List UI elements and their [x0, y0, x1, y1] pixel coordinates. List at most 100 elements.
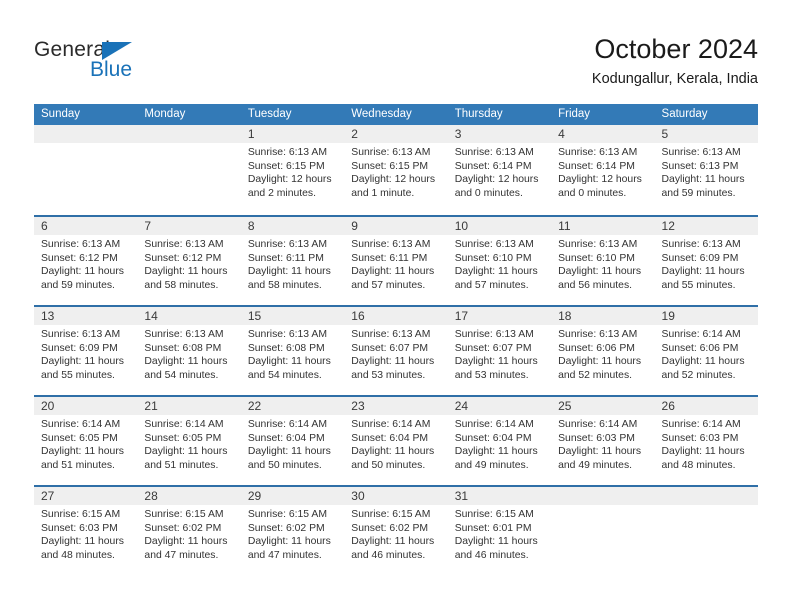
sunrise-text: Sunrise: 6:15 AM [351, 509, 431, 520]
sunrise-text: Sunrise: 6:15 AM [247, 509, 327, 520]
daylight-text: Daylight: 11 hours [661, 174, 745, 186]
day-number-band: 22 [240, 397, 345, 415]
brand-logo[interactable]: General Blue [34, 38, 214, 88]
sunrise-text: Sunrise: 6:13 AM [454, 329, 534, 340]
day-cell-details: Sunrise: 6:13 AM Sunset: 6:12 PM Daylight:… [34, 235, 137, 292]
calendar-day-cell[interactable]: 4 Sunrise: 6:13 AM Sunset: 6:14 PM Daylight… [551, 125, 655, 215]
daylight-text: Daylight: 12 hours [247, 174, 332, 186]
sunrise-text: Sunrise: 6:13 AM [351, 329, 431, 340]
day-number-band: 15 [240, 307, 345, 325]
calendar-day-cell[interactable]: 6 Sunrise: 6:13 AM Sunset: 6:12 PM Daylight… [34, 217, 138, 305]
calendar-day-cell[interactable]: 12 Sunrise: 6:13 AM Sunset: 6:09 PM Dayligh… [654, 217, 758, 305]
calendar-day-cell[interactable]: 28 Sunrise: 6:15 AM Sunset: 6:02 PM Dayligh… [137, 487, 241, 575]
title-block: October 2024 Kodungallur, Kerala, India [592, 32, 758, 90]
day-number: 1 [247, 127, 255, 141]
daylight-text: Daylight: 11 hours [247, 536, 331, 548]
day-number: 20 [41, 399, 55, 413]
sunset-text: Sunset: 6:04 PM [454, 432, 532, 444]
daylight-text-cont: and 59 minutes. [661, 187, 736, 199]
calendar-day-cell[interactable]: 1 Sunrise: 6:13 AM Sunset: 6:15 PM Daylight… [240, 125, 345, 215]
day-number: 27 [41, 489, 55, 503]
sunset-text: Sunset: 6:12 PM [144, 252, 222, 264]
day-number-band: 18 [551, 307, 655, 325]
daylight-text-cont: and 46 minutes. [351, 549, 426, 561]
daylight-text: Daylight: 11 hours [41, 446, 124, 458]
sunset-text: Sunset: 6:08 PM [247, 342, 325, 354]
day-cell-details [551, 505, 654, 508]
day-cell-details: Sunrise: 6:15 AM Sunset: 6:01 PM Daylight:… [448, 505, 551, 562]
daylight-text-cont: and 58 minutes. [144, 279, 219, 291]
sunset-text: Sunset: 6:11 PM [247, 252, 324, 264]
sunrise-text: Sunrise: 6:13 AM [247, 239, 327, 250]
day-number: 18 [558, 309, 572, 323]
daylight-text: Daylight: 11 hours [144, 356, 228, 368]
calendar-day-cell[interactable]: 5 Sunrise: 6:13 AM Sunset: 6:13 PM Daylight… [654, 125, 758, 215]
day-cell-details: Sunrise: 6:14 AM Sunset: 6:05 PM Daylight:… [34, 415, 137, 472]
day-number: 15 [247, 309, 262, 323]
calendar-day-cell[interactable]: 20 Sunrise: 6:14 AM Sunset: 6:05 PM Dayligh… [34, 397, 138, 485]
day-cell-details: Sunrise: 6:13 AM Sunset: 6:12 PM Daylight:… [137, 235, 240, 292]
calendar-day-cell[interactable]: 3 Sunrise: 6:13 AM Sunset: 6:14 PM Daylight… [447, 125, 552, 215]
day-cell-details: Sunrise: 6:13 AM Sunset: 6:11 PM Daylight:… [344, 235, 447, 292]
daylight-text-cont: and 55 minutes. [41, 369, 115, 381]
day-number-band: 4 [551, 125, 655, 143]
day-cell-details: Sunrise: 6:13 AM Sunset: 6:14 PM Daylight:… [551, 143, 654, 200]
sunrise-text: Sunrise: 6:13 AM [661, 239, 741, 250]
calendar-day-cell[interactable]: 11 Sunrise: 6:13 AM Sunset: 6:10 PM Dayligh… [551, 217, 655, 305]
calendar-day-cell[interactable]: 17 Sunrise: 6:13 AM Sunset: 6:07 PM Dayligh… [447, 307, 552, 395]
sunrise-text: Sunrise: 6:13 AM [351, 239, 431, 250]
calendar-day-cell[interactable]: 14 Sunrise: 6:13 AM Sunset: 6:08 PM Dayligh… [137, 307, 241, 395]
calendar-day-cell[interactable]: 27 Sunrise: 6:15 AM Sunset: 6:03 PM Dayligh… [34, 487, 138, 575]
day-number: 10 [454, 219, 469, 233]
calendar-day-cell[interactable]: 2 Sunrise: 6:13 AM Sunset: 6:15 PM Daylight… [344, 125, 448, 215]
calendar-day-cell[interactable]: 24 Sunrise: 6:14 AM Sunset: 6:04 PM Dayligh… [447, 397, 552, 485]
calendar-day-cell[interactable]: 26 Sunrise: 6:14 AM Sunset: 6:03 PM Dayligh… [654, 397, 758, 485]
calendar-weeks: 1 Sunrise: 6:13 AM Sunset: 6:15 PM Daylight… [34, 125, 758, 575]
day-number-band [551, 487, 655, 505]
sunset-text: Sunset: 6:02 PM [351, 522, 429, 534]
daylight-text-cont: and 56 minutes. [558, 279, 633, 291]
day-number-band: 10 [447, 217, 552, 235]
sunrise-text: Sunrise: 6:13 AM [144, 329, 224, 340]
calendar-day-cell[interactable]: 9 Sunrise: 6:13 AM Sunset: 6:11 PM Daylight… [344, 217, 448, 305]
sunrise-text: Sunrise: 6:13 AM [454, 147, 534, 158]
calendar-day-cell[interactable]: 29 Sunrise: 6:15 AM Sunset: 6:02 PM Dayligh… [240, 487, 345, 575]
calendar-day-cell[interactable]: 25 Sunrise: 6:14 AM Sunset: 6:03 PM Dayligh… [551, 397, 655, 485]
day-number: 31 [454, 489, 469, 503]
daylight-text-cont: and 0 minutes. [454, 187, 523, 199]
day-cell-details: Sunrise: 6:13 AM Sunset: 6:10 PM Daylight:… [448, 235, 551, 292]
day-cell-details: Sunrise: 6:13 AM Sunset: 6:15 PM Daylight:… [344, 143, 447, 200]
sunset-text: Sunset: 6:03 PM [558, 432, 635, 444]
daylight-text-cont: and 47 minutes. [247, 549, 322, 561]
sunset-text: Sunset: 6:02 PM [247, 522, 325, 534]
calendar-day-cell[interactable]: 22 Sunrise: 6:14 AM Sunset: 6:04 PM Dayligh… [240, 397, 345, 485]
daylight-text: Daylight: 11 hours [454, 356, 538, 368]
calendar-day-cell[interactable]: 16 Sunrise: 6:13 AM Sunset: 6:07 PM Dayligh… [344, 307, 448, 395]
day-number-band: 17 [447, 307, 552, 325]
day-number: 16 [351, 309, 365, 323]
daylight-text: Daylight: 11 hours [144, 536, 228, 548]
day-cell-details: Sunrise: 6:13 AM Sunset: 6:15 PM Daylight:… [241, 143, 344, 200]
day-number-band: 25 [551, 397, 655, 415]
day-cell-details: Sunrise: 6:13 AM Sunset: 6:08 PM Daylight:… [241, 325, 344, 382]
calendar-day-cell[interactable]: 7 Sunrise: 6:13 AM Sunset: 6:12 PM Daylight… [137, 217, 241, 305]
calendar-day-cell[interactable]: 8 Sunrise: 6:13 AM Sunset: 6:11 PM Daylight… [240, 217, 345, 305]
sunset-text: Sunset: 6:09 PM [661, 252, 739, 264]
sunset-text: Sunset: 6:15 PM [351, 160, 429, 172]
sunset-text: Sunset: 6:10 PM [454, 252, 532, 264]
calendar-day-cell[interactable]: 10 Sunrise: 6:13 AM Sunset: 6:10 PM Dayligh… [447, 217, 552, 305]
day-number-band: 19 [654, 307, 758, 325]
calendar-day-cell[interactable]: 13 Sunrise: 6:13 AM Sunset: 6:09 PM Dayligh… [34, 307, 138, 395]
calendar-day-cell[interactable]: 31 Sunrise: 6:15 AM Sunset: 6:01 PM Dayligh… [447, 487, 552, 575]
calendar-day-cell[interactable]: 19 Sunrise: 6:14 AM Sunset: 6:06 PM Dayligh… [654, 307, 758, 395]
daylight-text-cont: and 2 minutes. [247, 187, 317, 199]
day-cell-details: Sunrise: 6:13 AM Sunset: 6:14 PM Daylight:… [448, 143, 551, 200]
calendar-day-cell[interactable]: 18 Sunrise: 6:13 AM Sunset: 6:06 PM Dayligh… [551, 307, 655, 395]
calendar-day-cell[interactable]: 15 Sunrise: 6:13 AM Sunset: 6:08 PM Dayligh… [240, 307, 345, 395]
calendar-day-cell[interactable]: 30 Sunrise: 6:15 AM Sunset: 6:02 PM Dayligh… [344, 487, 448, 575]
calendar-day-cell[interactable]: 21 Sunrise: 6:14 AM Sunset: 6:05 PM Dayligh… [137, 397, 241, 485]
sunrise-text: Sunrise: 6:14 AM [144, 419, 224, 430]
calendar-day-cell[interactable]: 23 Sunrise: 6:14 AM Sunset: 6:04 PM Dayligh… [344, 397, 448, 485]
daylight-text: Daylight: 11 hours [41, 536, 124, 548]
daylight-text-cont: and 47 minutes. [144, 549, 219, 561]
